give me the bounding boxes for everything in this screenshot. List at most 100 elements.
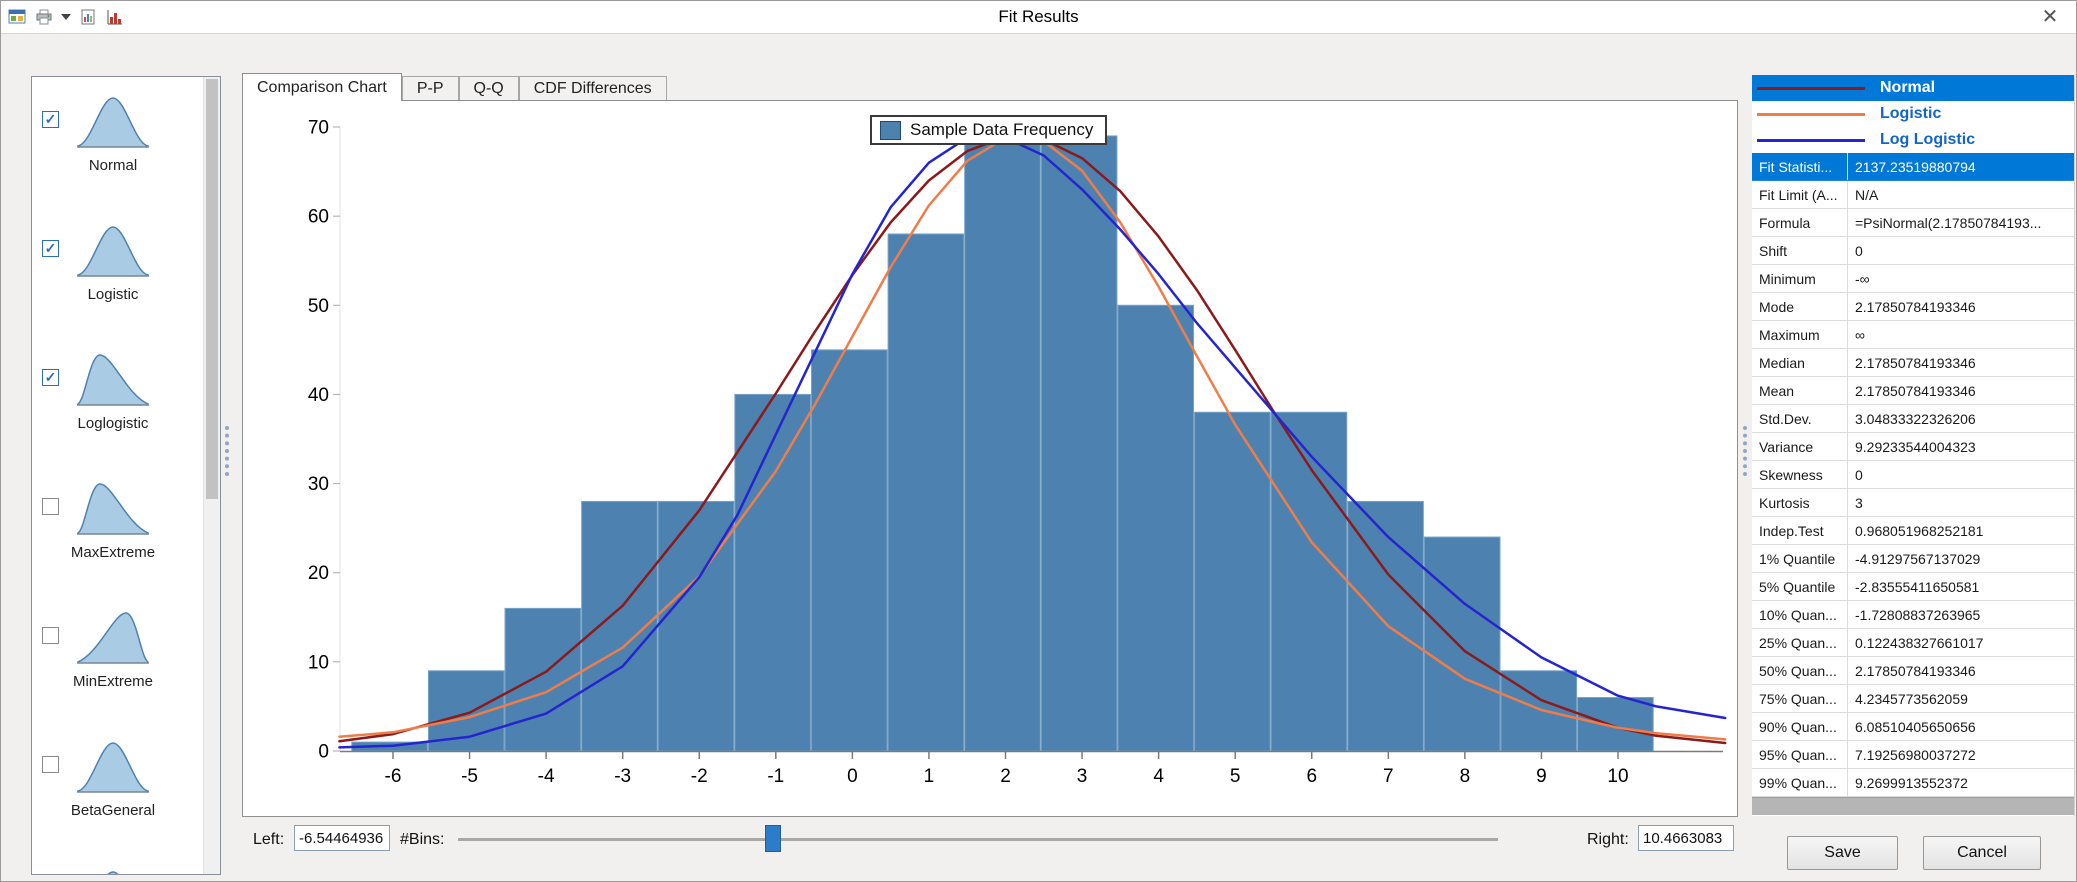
stat-row-95-quan[interactable]: 95% Quan... 7.19256980037272	[1752, 741, 2074, 769]
distribution-label: BetaGeneral	[70, 802, 156, 819]
x-tick-label: 9	[1536, 766, 1547, 787]
distribution-scrollbar[interactable]	[203, 77, 220, 874]
chart-legend-label: Sample Data Frequency	[910, 120, 1094, 139]
distribution-checkbox-logistic[interactable]: ✓	[42, 240, 59, 257]
distribution-checkbox-minextreme[interactable]	[42, 627, 59, 644]
stat-label: 75% Quan...	[1752, 685, 1848, 712]
x-tick-label: 0	[847, 766, 858, 787]
stat-row-maximum[interactable]: Maximum ∞	[1752, 321, 2074, 349]
y-tick-label: 50	[308, 296, 329, 317]
tab-p-p[interactable]: P-P	[401, 76, 459, 100]
stat-row-formula[interactable]: Formula =PsiNormal(2.17850784193...	[1752, 209, 2074, 237]
stat-row-99-quan[interactable]: 99% Quan... 9.2699913552372	[1752, 769, 2074, 797]
distribution-checkbox-normal[interactable]: ✓	[42, 111, 59, 128]
stat-row-10-quan[interactable]: 10% Quan... -1.72808837263965	[1752, 601, 2074, 629]
tab-cdf-differences[interactable]: CDF Differences	[518, 76, 667, 100]
y-tick-label: 30	[308, 474, 329, 495]
distribution-item-item[interactable]	[32, 851, 203, 874]
stat-row-fit-statisti[interactable]: Fit Statisti... 2137.23519880794	[1752, 153, 2074, 181]
x-tick-label: 1	[924, 766, 935, 787]
stat-row-median[interactable]: Median 2.17850784193346	[1752, 349, 2074, 377]
stat-row-50-quan[interactable]: 50% Quan... 2.17850784193346	[1752, 657, 2074, 685]
distribution-item-minextreme[interactable]: MinExtreme	[32, 593, 203, 722]
stat-label: 1% Quantile	[1752, 545, 1848, 572]
stat-row-1-quantile[interactable]: 1% Quantile -4.91297567137029	[1752, 545, 2074, 573]
distribution-item-maxextreme[interactable]: MaxExtreme	[32, 464, 203, 593]
series-line-sample	[1757, 138, 1865, 142]
stat-row-75-quan[interactable]: 75% Quan... 4.2345773562059	[1752, 685, 2074, 713]
right-splitter-handle[interactable]	[1743, 426, 1747, 476]
left-splitter-handle[interactable]	[225, 426, 229, 476]
stat-label: Indep.Test	[1752, 517, 1848, 544]
series-name: Logistic	[1880, 105, 1942, 122]
save-button[interactable]: Save	[1787, 836, 1898, 870]
x-tick-label: 5	[1230, 766, 1241, 787]
left-bound-input[interactable]	[294, 825, 390, 851]
stat-row-minimum[interactable]: Minimum -∞	[1752, 265, 2074, 293]
distribution-scrollbar-thumb[interactable]	[206, 79, 218, 499]
series-legend-row-logistic[interactable]: Logistic	[1752, 101, 2074, 127]
stat-row-variance[interactable]: Variance 9.29233544004323	[1752, 433, 2074, 461]
stat-label: Std.Dev.	[1752, 405, 1848, 432]
stat-value: 2.17850784193346	[1855, 298, 1976, 315]
stat-value: =PsiNormal(2.17850784193...	[1855, 214, 2042, 231]
bin-controls: Left: #Bins: Right:	[242, 822, 1738, 866]
stat-value: 2.17850784193346	[1855, 382, 1976, 399]
fit-results-panel: Normal Logistic Log Logistic Fit Statisti.…	[1752, 75, 2075, 816]
stat-row-skewness[interactable]: Skewness 0	[1752, 461, 2074, 489]
series-legend-row-log-logistic[interactable]: Log Logistic	[1752, 127, 2074, 153]
stat-row-shift[interactable]: Shift 0	[1752, 237, 2074, 265]
stat-label: Mean	[1752, 377, 1848, 404]
stat-row-kurtosis[interactable]: Kurtosis 3	[1752, 489, 2074, 517]
stat-row-5-quantile[interactable]: 5% Quantile -2.83555411650581	[1752, 573, 2074, 601]
stat-label: Median	[1752, 349, 1848, 376]
stat-row-mode[interactable]: Mode 2.17850784193346	[1752, 293, 2074, 321]
stat-label: Formula	[1752, 209, 1848, 236]
stat-label: Shift	[1752, 237, 1848, 264]
distribution-checkbox-maxextreme[interactable]	[42, 498, 59, 515]
histogram-bar	[1040, 135, 1118, 752]
distribution-thumbnail-minextreme	[75, 605, 151, 667]
stat-row-mean[interactable]: Mean 2.17850784193346	[1752, 377, 2074, 405]
series-line-sample	[1757, 86, 1865, 90]
bins-slider-track[interactable]	[458, 838, 1498, 841]
stat-value: -2.83555411650581	[1855, 578, 1980, 595]
bins-slider-thumb[interactable]	[765, 825, 782, 852]
series-legend-row-normal[interactable]: Normal	[1752, 75, 2074, 101]
right-bound-input[interactable]	[1638, 825, 1734, 851]
histogram-bar	[1347, 500, 1424, 752]
x-tick-label: 4	[1153, 766, 1164, 787]
stat-row-25-quan[interactable]: 25% Quan... 0.122438327661017	[1752, 629, 2074, 657]
series-line-sample	[1757, 112, 1865, 116]
stat-row-indep-test[interactable]: Indep.Test 0.968051968252181	[1752, 517, 2074, 545]
y-tick-label: 20	[308, 563, 329, 584]
stat-row-90-quan[interactable]: 90% Quan... 6.08510405650656	[1752, 713, 2074, 741]
distribution-item-normal[interactable]: ✓ Normal	[32, 77, 203, 206]
cancel-button[interactable]: Cancel	[1923, 836, 2041, 870]
stat-label: Maximum	[1752, 321, 1848, 348]
tab-comparison-chart[interactable]: Comparison Chart	[242, 73, 402, 101]
distribution-checkbox-loglogistic[interactable]: ✓	[42, 369, 59, 386]
sample-frequency-swatch	[880, 120, 901, 140]
stat-value: 6.08510405650656	[1855, 718, 1976, 735]
stat-label: 99% Quan...	[1752, 769, 1848, 796]
stat-row-std-dev[interactable]: Std.Dev. 3.04833322326206	[1752, 405, 2074, 433]
histogram-bar	[1577, 697, 1654, 752]
tab-q-q[interactable]: Q-Q	[458, 76, 519, 100]
stat-label: 5% Quantile	[1752, 573, 1848, 600]
distribution-thumbnail-betageneral	[75, 734, 151, 796]
stat-label: Variance	[1752, 433, 1848, 460]
stat-row-fit-limit-a[interactable]: Fit Limit (A... N/A	[1752, 181, 2074, 209]
stats-horizontal-scrollbar[interactable]	[1752, 797, 2074, 815]
close-button[interactable]: ✕	[2036, 4, 2064, 30]
distribution-item-betageneral[interactable]: BetaGeneral	[32, 722, 203, 851]
stat-label: Kurtosis	[1752, 489, 1848, 516]
x-tick-label: 6	[1306, 766, 1317, 787]
histogram-bar	[887, 233, 965, 752]
distribution-checkbox-betageneral[interactable]	[42, 756, 59, 773]
distribution-item-loglogistic[interactable]: ✓ Loglogistic	[32, 335, 203, 464]
distribution-item-logistic[interactable]: ✓ Logistic	[32, 206, 203, 335]
stat-value: 2.17850784193346	[1855, 354, 1976, 371]
distribution-list-panel: ✓ Normal ✓ Logistic ✓ Loglogistic MaxExtreme Mi…	[31, 76, 221, 875]
stat-label: 90% Quan...	[1752, 713, 1848, 740]
